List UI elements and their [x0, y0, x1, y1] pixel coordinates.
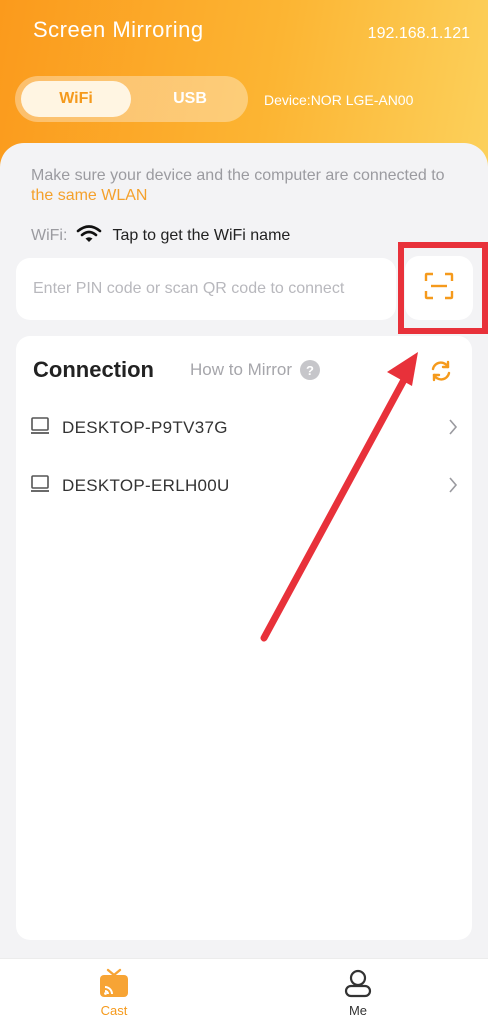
device-row[interactable]: DESKTOP-ERLH00U: [30, 466, 458, 506]
tab-cast-label: Cast: [100, 1003, 128, 1018]
tab-me-label: Me: [348, 1003, 368, 1018]
get-wifi-name-link[interactable]: Tap to get the WiFi name: [112, 227, 290, 245]
how-to-label: How to Mirror: [190, 360, 293, 379]
ip-address: 192.168.1.121: [367, 25, 470, 42]
tab-wifi[interactable]: WiFi: [21, 81, 131, 117]
monitor-icon: [30, 416, 50, 441]
tab-usb[interactable]: USB: [135, 81, 245, 117]
device-name: DESKTOP-P9TV37G: [62, 418, 228, 437]
connection-hint: Make sure your device and the computer a…: [31, 166, 451, 206]
hint-accent: the same WLAN: [31, 187, 148, 204]
chevron-right-icon: [448, 418, 458, 441]
bottom-tab-bar: Cast Me: [0, 958, 488, 1024]
cast-icon: [98, 967, 130, 999]
refresh-icon: [428, 360, 454, 388]
scan-qr-button[interactable]: [405, 256, 473, 320]
connection-title: Connection: [33, 357, 154, 382]
app-title: Screen Mirroring: [33, 17, 204, 42]
tab-cast[interactable]: Cast: [54, 959, 174, 1024]
device-row[interactable]: DESKTOP-P9TV37G: [30, 408, 458, 448]
pin-code-input[interactable]: [16, 258, 396, 320]
monitor-icon: [30, 474, 50, 499]
person-icon: [342, 967, 374, 999]
wifi-label: WiFi:: [31, 227, 68, 244]
help-icon: ?: [300, 360, 321, 380]
scan-icon: [424, 272, 454, 305]
hint-text: Make sure your device and the computer a…: [31, 167, 445, 184]
chevron-right-icon: [448, 476, 458, 499]
tab-me[interactable]: Me: [298, 959, 418, 1024]
device-info: Device:NOR LGE-AN00: [264, 92, 413, 108]
connection-mode-toggle: WiFi USB: [15, 76, 248, 122]
wifi-icon: [76, 224, 102, 249]
device-name: NOR LGE-AN00: [310, 92, 414, 108]
device-label: Device:: [264, 92, 311, 108]
how-to-mirror-link[interactable]: How to Mirror ?: [190, 360, 321, 380]
refresh-button[interactable]: [428, 358, 454, 384]
wifi-row: WiFi: Tap to get the WiFi name: [31, 224, 290, 248]
device-name: DESKTOP-ERLH00U: [62, 476, 230, 495]
